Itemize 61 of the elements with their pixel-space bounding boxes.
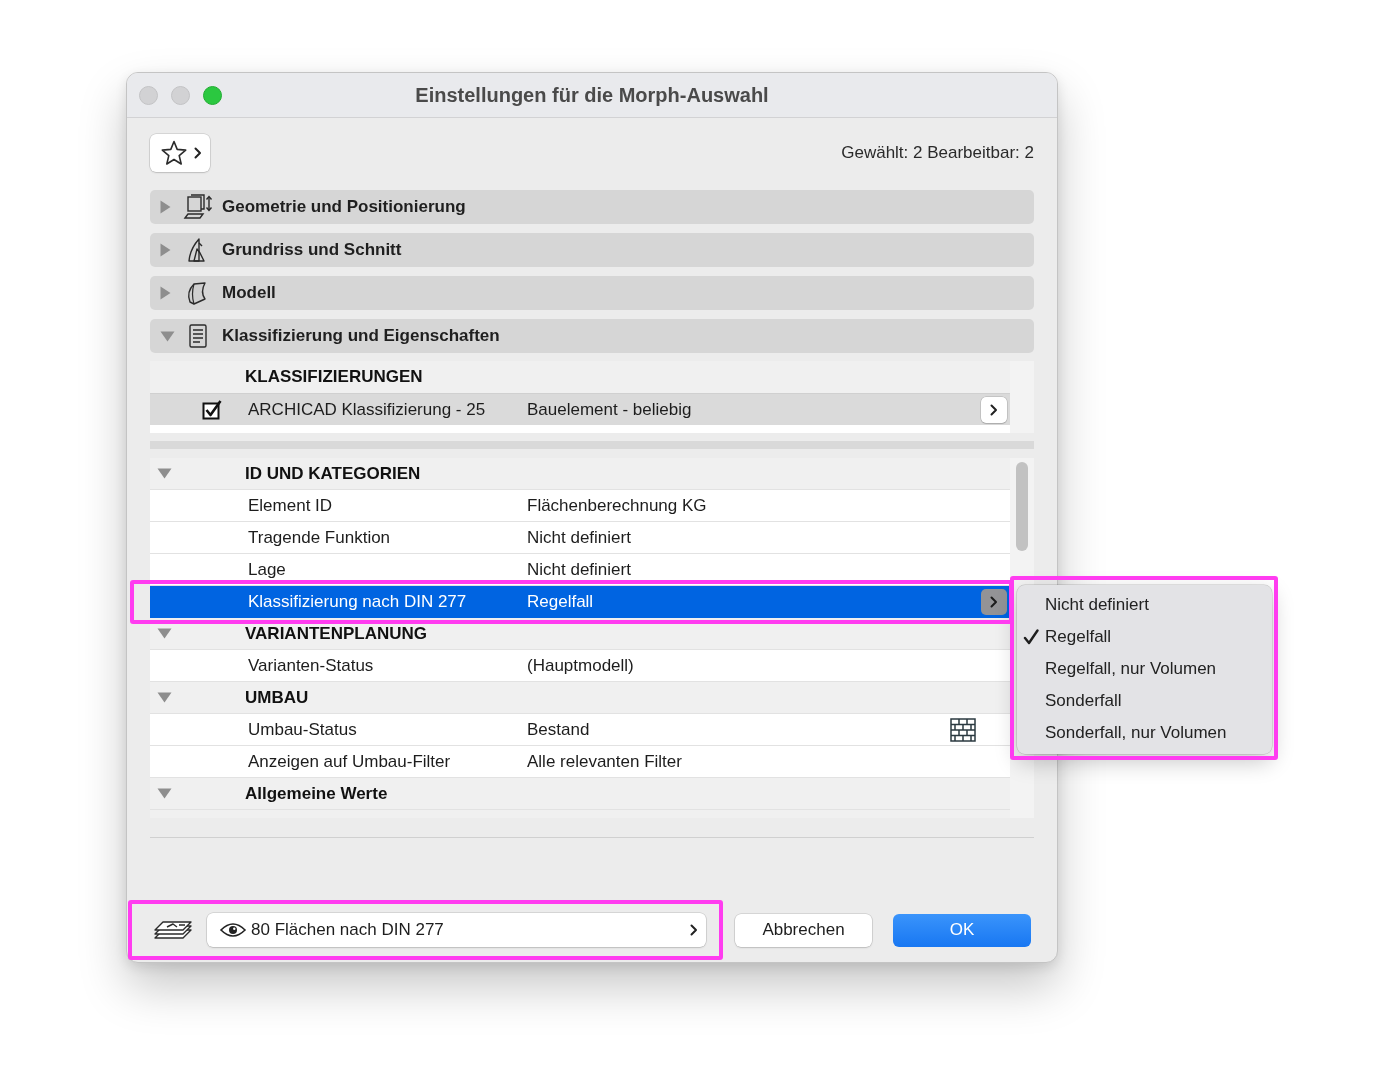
- property-name: Lage: [248, 559, 287, 580]
- property-row[interactable]: Klassifizierung nach DIN 277 Regelfall: [150, 586, 1010, 618]
- disclosure-triangle-icon[interactable]: [160, 243, 171, 257]
- property-value: (Hauptmodell): [527, 655, 635, 676]
- menu-item[interactable]: Sonderfall: [1017, 685, 1272, 717]
- section-header[interactable]: Klassifizierung und Eigenschaften: [150, 319, 1034, 353]
- chevron-icon: [990, 595, 998, 608]
- disclosure-triangle-icon[interactable]: [157, 692, 172, 703]
- ok-button[interactable]: OK: [893, 913, 1031, 947]
- property-value: Alle relevanten Filter: [527, 751, 683, 772]
- property-name: Varianten-Status: [248, 655, 375, 676]
- property-row[interactable]: Varianten-Status (Hauptmodell): [150, 650, 1010, 682]
- menu-item[interactable]: Regelfall: [1017, 621, 1272, 653]
- brick-wall-icon: [950, 717, 976, 742]
- disclosure-triangle-icon[interactable]: [157, 788, 172, 799]
- property-value: Nicht definiert: [527, 527, 632, 548]
- popup-button[interactable]: [981, 588, 1007, 615]
- property-name: Element ID: [248, 495, 334, 516]
- menu-item[interactable]: Regelfall, nur Volumen: [1017, 653, 1272, 685]
- classification-row[interactable]: ARCHICAD Klassifizierung - 25 Bauelement - beliebig: [150, 393, 1010, 425]
- chevron-icon: [690, 924, 698, 936]
- property-value: Regelfall: [527, 591, 595, 612]
- property-name: Anzeigen auf Umbau-Filter: [248, 751, 452, 772]
- classification-system: ARCHICAD Klassifizierung - 25: [248, 399, 487, 420]
- section-header[interactable]: Modell: [150, 276, 1034, 310]
- eye-icon: [220, 922, 246, 938]
- property-row[interactable]: Anzeigen auf Umbau-Filter Alle relevanten Filter: [150, 746, 1010, 778]
- property-value: Flächenberechnung KG: [527, 495, 708, 516]
- cancel-button[interactable]: Abbrechen: [735, 913, 872, 947]
- chevron-icon: [194, 147, 202, 159]
- menu-item[interactable]: Sonderfall, nur Volumen: [1017, 717, 1272, 749]
- favorites-button[interactable]: [150, 134, 210, 172]
- property-value: Nicht definiert: [527, 559, 632, 580]
- disclosure-triangle-icon[interactable]: [160, 286, 171, 300]
- property-name: Klassifizierung nach DIN 277: [248, 591, 468, 612]
- zoom-button[interactable]: [203, 85, 222, 105]
- popup-button[interactable]: [981, 396, 1007, 423]
- star-icon: [161, 140, 187, 166]
- disclosure-triangle-icon[interactable]: [157, 468, 172, 479]
- property-row[interactable]: Tragende Funktion Nicht definiert: [150, 522, 1010, 554]
- window-title: Einstellungen für die Morph-Auswahl: [415, 83, 769, 107]
- property-value: Bestand: [527, 719, 591, 740]
- property-name: Tragende Funktion: [248, 527, 392, 548]
- group-header[interactable]: Allgemeine Werte: [150, 778, 1010, 810]
- section-header[interactable]: Grundriss und Schnitt: [150, 233, 1034, 267]
- box-with-arrow-icon: [183, 194, 213, 220]
- disclosure-triangle-icon[interactable]: [160, 330, 175, 342]
- checkbox[interactable]: [202, 399, 222, 420]
- menu-item[interactable]: Nicht definiert: [1017, 589, 1272, 621]
- list-heading: KLASSIFIZIERUNGEN: [245, 367, 423, 387]
- layer-combination-dropdown[interactable]: 80 Flächen nach DIN 277: [207, 913, 706, 947]
- section-header[interactable]: Geometrie und Positionierung: [150, 190, 1034, 224]
- chevron-icon: [990, 403, 998, 416]
- disclosure-triangle-icon[interactable]: [160, 200, 171, 214]
- disclosure-triangle-icon[interactable]: [157, 628, 172, 639]
- selection-info: Gewählt: 2 Bearbeitbar: 2: [841, 143, 1034, 163]
- property-name: Umbau-Status: [248, 719, 358, 740]
- classification-value: Bauelement - beliebig: [527, 399, 693, 420]
- property-row[interactable]: Umbau-Status Bestand: [150, 714, 1010, 746]
- property-row[interactable]: Element ID Flächenberechnung KG: [150, 490, 1010, 522]
- scrollbar[interactable]: [1016, 462, 1028, 551]
